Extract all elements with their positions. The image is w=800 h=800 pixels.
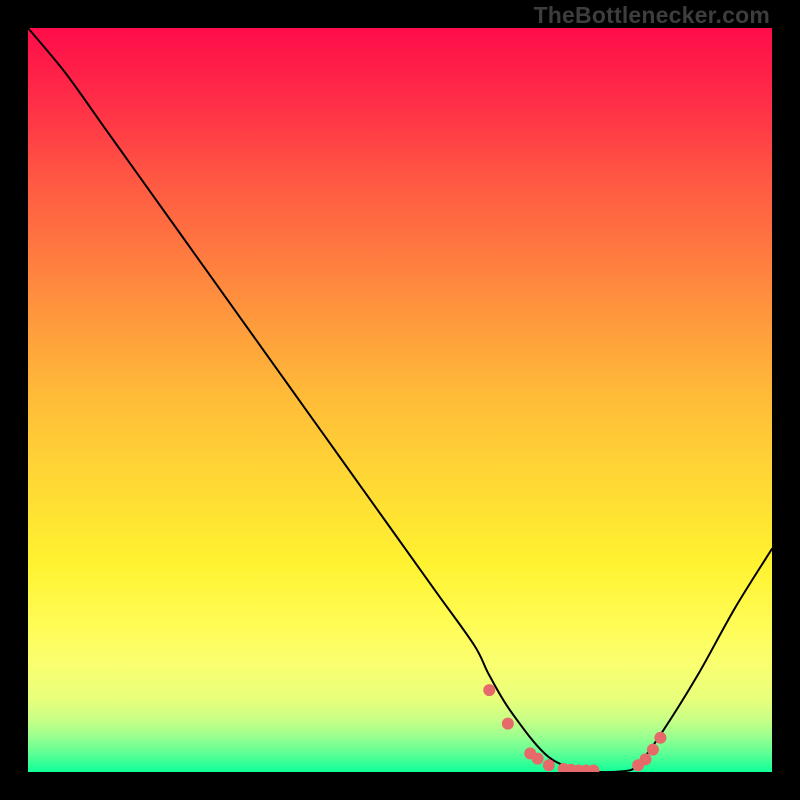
- data-marker: [640, 753, 652, 765]
- chart-frame: TheBottlenecker.com: [0, 0, 800, 800]
- data-marker: [483, 684, 495, 696]
- data-marker: [647, 744, 659, 756]
- data-marker: [532, 753, 544, 765]
- data-marker: [502, 718, 514, 730]
- data-marker: [654, 732, 666, 744]
- curve-path-group: [28, 28, 772, 772]
- plot-area: [28, 28, 772, 772]
- line-plot-svg: [28, 28, 772, 772]
- marker-group: [483, 684, 666, 772]
- watermark-text: TheBottlenecker.com: [534, 2, 770, 29]
- data-marker: [543, 759, 555, 771]
- curve-path: [28, 28, 772, 772]
